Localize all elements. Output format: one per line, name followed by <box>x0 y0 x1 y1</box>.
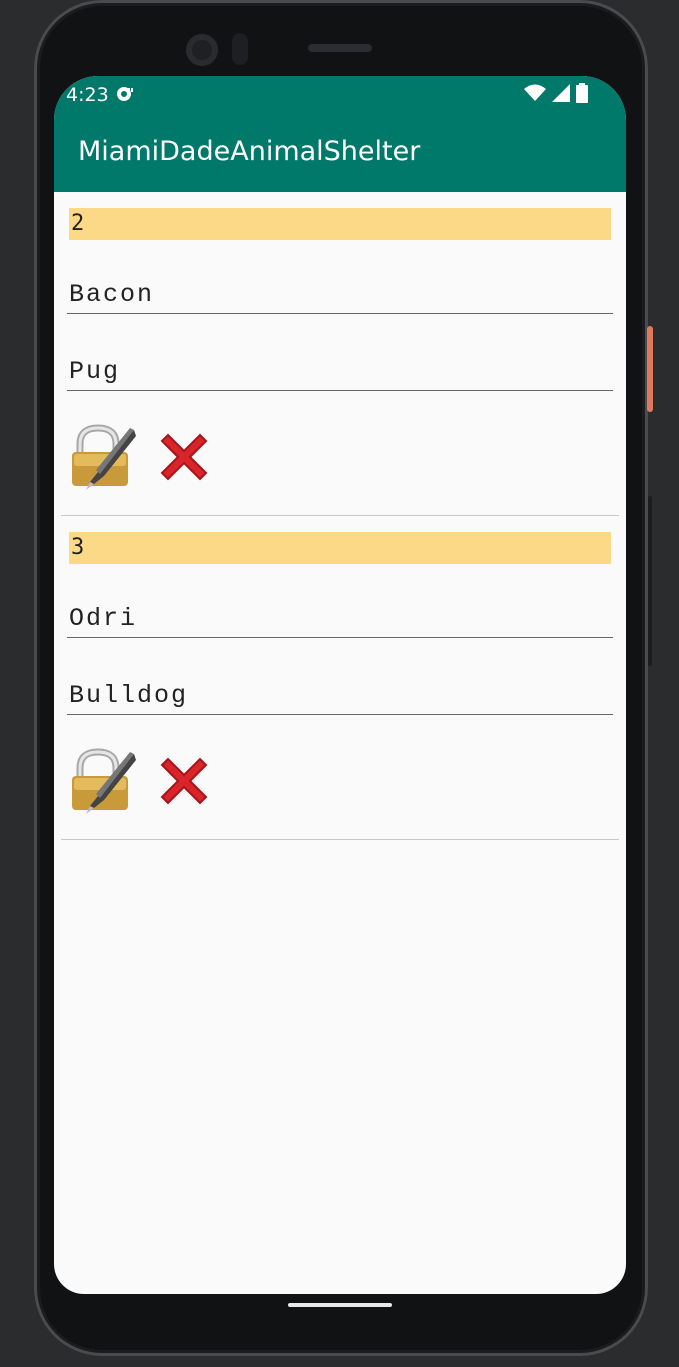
animal-card: 3 Odri Bulldog <box>54 516 626 840</box>
wifi-icon <box>524 84 546 101</box>
app-bar: MiamiDadeAnimalShelter <box>54 114 626 192</box>
lock-with-pen-icon[interactable] <box>68 748 136 814</box>
notification-icon <box>117 87 133 101</box>
status-icons <box>524 83 588 103</box>
power-button <box>647 326 653 412</box>
animal-id-field: 3 <box>69 532 611 564</box>
animal-breed-input[interactable]: Pug <box>67 354 613 391</box>
card-divider <box>61 839 619 840</box>
lock-with-pen-icon[interactable] <box>68 424 136 490</box>
animal-name-input[interactable]: Odri <box>67 601 613 638</box>
status-time: 4:23 <box>66 84 109 106</box>
status-bar: 4:23 <box>54 76 626 114</box>
app-title: MiamiDadeAnimalShelter <box>78 136 421 167</box>
front-camera <box>186 34 218 66</box>
red-x-icon[interactable] <box>154 751 214 811</box>
battery-icon <box>576 83 588 103</box>
animal-list: 2 Bacon Pug 3 Odri Bulldog <box>54 192 626 840</box>
animal-card: 2 Bacon Pug <box>54 192 626 516</box>
red-x-icon[interactable] <box>154 427 214 487</box>
animal-name-value: Odri <box>69 604 138 633</box>
animal-breed-value: Pug <box>69 357 121 386</box>
cellular-signal-icon <box>552 84 570 102</box>
app-screen: 4:23 MiamiDadeAnimalShelter 2 Bacon Pug … <box>54 76 626 1294</box>
sensor <box>232 33 248 65</box>
volume-button <box>648 496 652 666</box>
card-actions <box>68 424 214 490</box>
animal-name-input[interactable]: Bacon <box>67 277 613 314</box>
home-indicator[interactable] <box>288 1303 392 1307</box>
card-actions <box>68 748 214 814</box>
animal-breed-input[interactable]: Bulldog <box>67 678 613 715</box>
animal-name-value: Bacon <box>69 280 155 309</box>
earpiece-speaker <box>308 44 372 52</box>
animal-id-field: 2 <box>69 208 611 240</box>
animal-breed-value: Bulldog <box>69 681 189 710</box>
